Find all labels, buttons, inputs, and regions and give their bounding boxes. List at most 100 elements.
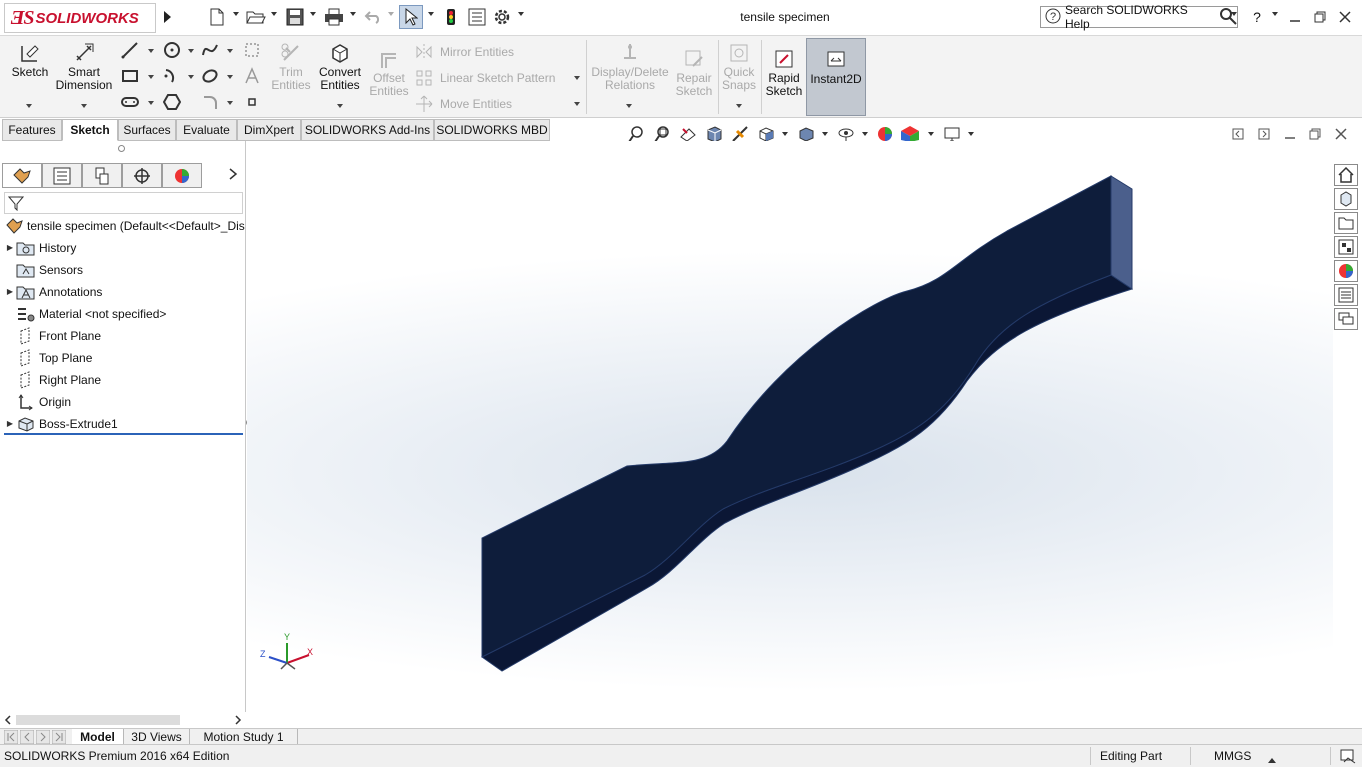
sketch-dropdown-caret-icon[interactable] — [26, 104, 32, 108]
convert-entities-button[interactable]: Convert Entities — [315, 42, 365, 92]
scroll-thumb[interactable] — [16, 715, 180, 725]
repair-sketch-button[interactable]: Repair Sketch — [672, 48, 716, 98]
help-dropdown-caret-icon[interactable] — [1272, 12, 1278, 16]
text-icon[interactable] — [242, 66, 262, 86]
mirror-entities-icon[interactable] — [414, 42, 434, 62]
display-style-dropdown-caret-icon[interactable] — [822, 132, 828, 136]
view-settings-dropdown-caret-icon[interactable] — [968, 132, 974, 136]
save-dropdown-caret-icon[interactable] — [310, 12, 316, 16]
menu-expand-arrow-icon[interactable] — [160, 6, 174, 28]
tree-item-top-plane[interactable]: Top Plane — [0, 347, 244, 368]
file-properties-icon[interactable] — [466, 6, 488, 28]
tab-features[interactable]: Features — [2, 119, 62, 141]
dimxpert-manager-tab-icon[interactable] — [122, 163, 162, 188]
rectangle-icon[interactable] — [120, 66, 140, 86]
search-help-box[interactable]: ? Search SOLIDWORKS Help — [1040, 3, 1238, 31]
new-dropdown-caret-icon[interactable] — [233, 12, 239, 16]
appearances-scenes-icon[interactable] — [1334, 260, 1358, 282]
rollback-bar[interactable] — [4, 433, 243, 435]
tree-item-annotations[interactable]: ▶ Annotations — [0, 281, 244, 302]
sketch-button[interactable]: Sketch — [8, 42, 52, 79]
line-dropdown-caret-icon[interactable] — [148, 49, 154, 53]
pattern-dropdown-caret-icon[interactable] — [574, 76, 580, 80]
tab-model[interactable]: Model — [72, 729, 124, 745]
tab-solidworks-mbd[interactable]: SOLIDWORKS MBD — [434, 119, 550, 141]
prev-tab-arrow-icon[interactable] — [19, 729, 35, 745]
arc-icon[interactable] — [162, 66, 182, 86]
design-library-icon[interactable] — [1334, 188, 1358, 210]
smart-dimension-button[interactable]: Smart Dimension — [54, 42, 114, 92]
tab-surfaces[interactable]: Surfaces — [118, 119, 176, 141]
help-button[interactable]: ? — [1248, 8, 1266, 26]
rebuild-traffic-light-icon[interactable] — [442, 6, 460, 28]
units-up-arrow-icon[interactable] — [1268, 752, 1276, 766]
scroll-right-arrow-icon[interactable] — [234, 714, 242, 729]
linear-sketch-pattern-label[interactable]: Linear Sketch Pattern — [440, 71, 555, 85]
tree-item-history[interactable]: ▶ History — [0, 237, 244, 258]
tree-item-sensors[interactable]: Sensors — [0, 259, 244, 280]
property-manager-tab-icon[interactable] — [42, 163, 82, 188]
circle-dropdown-caret-icon[interactable] — [188, 49, 194, 53]
tree-horizontal-scrollbar[interactable] — [0, 712, 246, 729]
open-folder-icon[interactable] — [244, 6, 268, 28]
point-icon[interactable] — [242, 92, 262, 112]
print-dropdown-caret-icon[interactable] — [350, 12, 356, 16]
relations-dropdown-caret-icon[interactable] — [626, 104, 632, 108]
trim-entities-button[interactable]: Trim Entities — [268, 42, 314, 92]
convert-dropdown-caret-icon[interactable] — [337, 104, 343, 108]
tab-solidworks-add-ins[interactable]: SOLIDWORKS Add-Ins — [301, 119, 434, 141]
tree-item-front-plane[interactable]: Front Plane — [0, 325, 244, 346]
scroll-left-arrow-icon[interactable] — [4, 714, 12, 729]
move-dropdown-caret-icon[interactable] — [574, 102, 580, 106]
display-delete-relations-button[interactable]: Display/Delete Relations — [590, 42, 670, 92]
tab-dimxpert[interactable]: DimXpert — [237, 119, 301, 141]
polygon-icon[interactable] — [162, 92, 182, 112]
search-magnifier-icon[interactable] — [1219, 7, 1237, 28]
customize-status-icon[interactable] — [1340, 748, 1356, 767]
fillet-icon[interactable] — [200, 92, 220, 112]
slot-icon[interactable] — [120, 92, 140, 112]
tab-evaluate[interactable]: Evaluate — [176, 119, 237, 141]
options-dropdown-caret-icon[interactable] — [518, 12, 524, 16]
linear-sketch-pattern-icon[interactable] — [414, 68, 434, 88]
line-icon[interactable] — [120, 40, 140, 60]
next-tab-arrow-icon[interactable] — [35, 729, 51, 745]
slot-dropdown-caret-icon[interactable] — [148, 101, 154, 105]
display-manager-tab-icon[interactable] — [162, 163, 202, 188]
sketch-plane-icon[interactable] — [242, 40, 262, 60]
ellipse-icon[interactable] — [200, 66, 220, 86]
viewport-close-icon[interactable] — [1331, 124, 1351, 144]
tree-item-right-plane[interactable]: Right Plane — [0, 369, 244, 390]
configuration-manager-tab-icon[interactable] — [82, 163, 122, 188]
tree-item-material[interactable]: Material <not specified> — [0, 303, 244, 324]
fillet-dropdown-caret-icon[interactable] — [227, 101, 233, 105]
select-dropdown-caret-icon[interactable] — [428, 12, 434, 16]
quick-snaps-dropdown-caret-icon[interactable] — [736, 104, 742, 108]
undo-dropdown-caret-icon[interactable] — [388, 12, 394, 16]
undo-icon[interactable] — [362, 6, 384, 28]
forum-icon[interactable] — [1334, 308, 1358, 330]
circle-icon[interactable] — [162, 40, 182, 60]
quick-snaps-button[interactable]: Quick Snaps — [720, 42, 758, 92]
expand-arrow-icon[interactable]: ▶ — [4, 419, 16, 428]
rectangle-dropdown-caret-icon[interactable] — [148, 75, 154, 79]
instant2d-button[interactable]: Instant2D — [806, 38, 866, 116]
tab-sketch[interactable]: Sketch — [62, 119, 118, 141]
view-palette-icon[interactable] — [1334, 236, 1358, 258]
options-gear-icon[interactable] — [491, 6, 513, 28]
view-orientation-dropdown-caret-icon[interactable] — [782, 132, 788, 136]
open-dropdown-caret-icon[interactable] — [271, 12, 277, 16]
tab-3d-views[interactable]: 3D Views — [124, 729, 190, 745]
feature-manager-tab-icon[interactable] — [2, 163, 42, 188]
offset-entities-button[interactable]: Offset Entities — [366, 48, 412, 98]
new-document-icon[interactable] — [206, 6, 228, 28]
save-icon[interactable] — [283, 6, 307, 28]
first-tab-arrow-icon[interactable] — [3, 729, 19, 745]
tree-item-origin[interactable]: Origin — [0, 391, 244, 412]
minimize-icon[interactable] — [1286, 8, 1304, 26]
apply-scene-dropdown-caret-icon[interactable] — [928, 132, 934, 136]
tensile-specimen-model[interactable] — [247, 141, 1333, 743]
units-selector[interactable]: MMGS — [1214, 749, 1251, 763]
panel-splitter-handle-icon[interactable] — [118, 145, 125, 152]
search-dropdown-caret-icon[interactable] — [1231, 12, 1237, 16]
